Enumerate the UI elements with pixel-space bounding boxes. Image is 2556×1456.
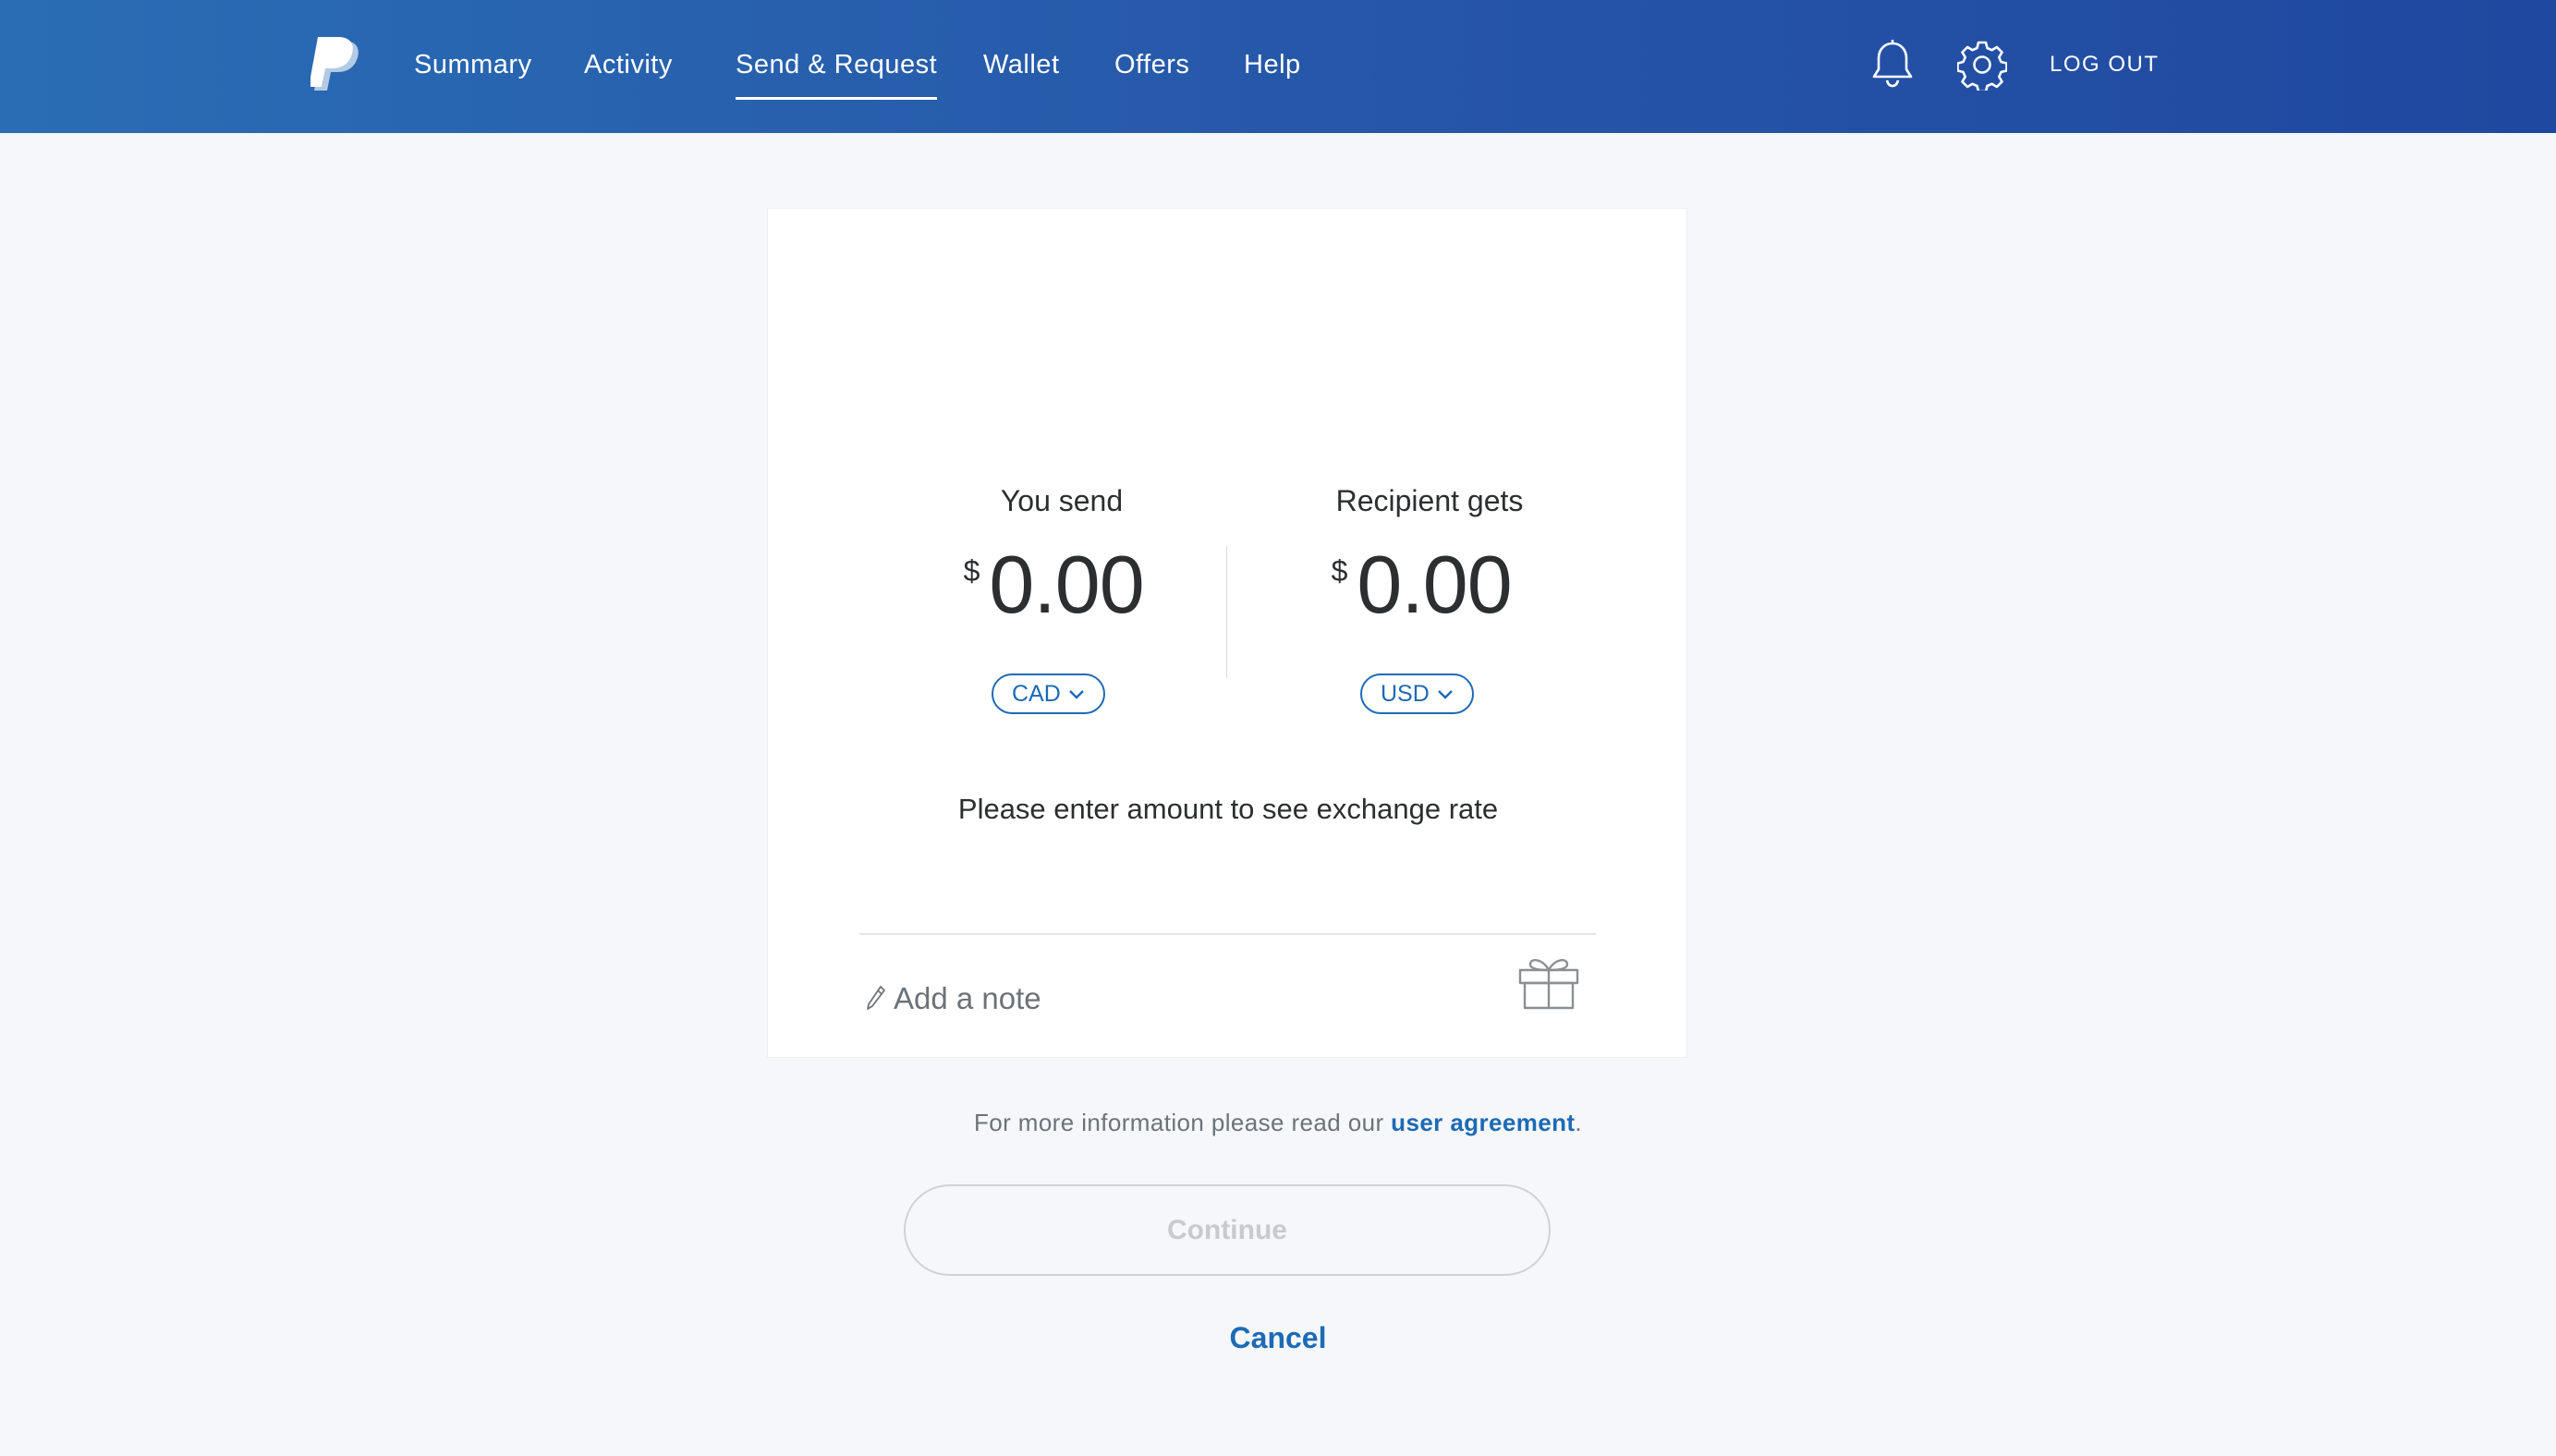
nav-activity[interactable]: Activity (584, 46, 673, 83)
paypal-logo-icon[interactable] (310, 37, 362, 94)
agreement-prefix: For more information please read our (973, 1109, 1392, 1136)
nav-offers[interactable]: Offers (1114, 46, 1189, 83)
chevron-down-icon (1068, 690, 1084, 699)
nav-help[interactable]: Help (1244, 46, 1301, 83)
user-agreement-text: For more information please read our use… (0, 1109, 2556, 1137)
send-currency-code: CAD (1012, 680, 1061, 707)
receive-amount-group: $ (1263, 534, 1596, 636)
nav-send-request[interactable]: Send & Request (736, 46, 938, 100)
agreement-suffix: . (1575, 1109, 1583, 1136)
note-divider (859, 933, 1596, 935)
recipient-gets-label: Recipient gets (1335, 484, 1524, 517)
receive-currency-code: USD (1381, 680, 1430, 707)
chevron-down-icon (1437, 690, 1453, 699)
continue-button[interactable]: Continue (904, 1184, 1551, 1276)
gear-icon[interactable] (1957, 39, 2007, 91)
transfer-card: You send $ CAD Recipient gets $ USD Plea… (767, 208, 1687, 1058)
column-divider (1226, 546, 1227, 678)
bell-icon[interactable] (1870, 39, 1915, 91)
send-currency-symbol: $ (963, 554, 980, 588)
cancel-link[interactable]: Cancel (1230, 1321, 1327, 1354)
you-send-label: You send (1000, 484, 1124, 517)
send-amount-input[interactable] (989, 534, 1161, 636)
send-amount-group: $ (895, 534, 1228, 636)
receive-amount-input[interactable] (1357, 534, 1528, 636)
send-currency-dropdown[interactable]: CAD (992, 673, 1105, 714)
top-navigation-bar: Summary Activity Send & Request Wallet O… (0, 0, 2556, 133)
pencil-icon (867, 986, 885, 1010)
user-agreement-link[interactable]: user agreement (1391, 1109, 1575, 1136)
gift-icon[interactable] (1516, 953, 1581, 1011)
add-note-placeholder: Add a note (894, 981, 1041, 1015)
nav-summary[interactable]: Summary (414, 46, 532, 83)
nav-wallet[interactable]: Wallet (983, 46, 1060, 83)
exchange-rate-message: Please enter amount to see exchange rate (957, 793, 1499, 825)
receive-currency-symbol: $ (1331, 554, 1348, 588)
receive-currency-dropdown[interactable]: USD (1360, 673, 1474, 714)
logout-link[interactable]: LOG OUT (2050, 52, 2160, 78)
cancel-row: Cancel (0, 1321, 2556, 1355)
add-note-field[interactable]: Add a note (866, 966, 1596, 1031)
